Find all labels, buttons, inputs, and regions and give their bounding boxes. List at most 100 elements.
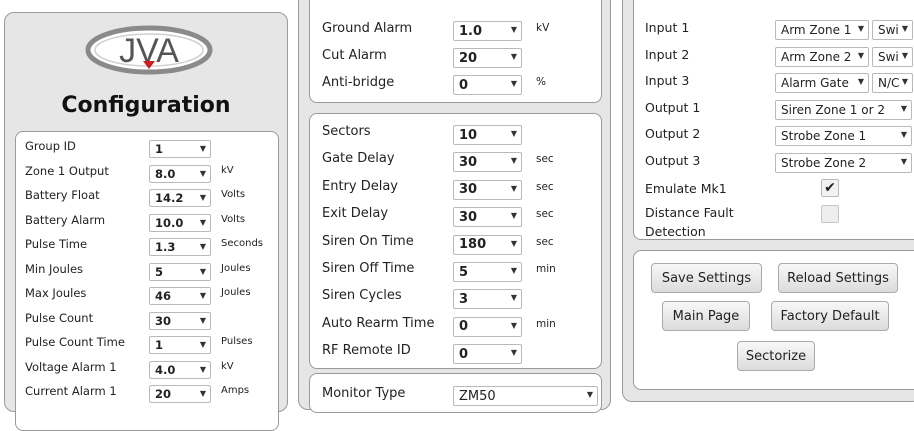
anti-bridge-label: Anti-bridge bbox=[322, 75, 395, 90]
chevron-down-icon: ▼ bbox=[900, 103, 907, 113]
chevron-down-icon: ▼ bbox=[199, 315, 206, 325]
rf-remote-id-select[interactable]: 0 ▼ bbox=[453, 344, 522, 365]
buttons-box: Save Settings Reload Settings Main Page … bbox=[633, 250, 914, 390]
page-title: Configuration bbox=[61, 93, 231, 118]
exit-delay-select[interactable]: 30 ▼ bbox=[453, 207, 522, 228]
monitor-type-value: ZM50 bbox=[459, 388, 496, 404]
output-3-label: Output 3 bbox=[645, 152, 701, 168]
output-1-label: Output 1 bbox=[645, 99, 701, 115]
input-1-mode-select[interactable]: Swi ▼ bbox=[872, 20, 913, 40]
pulse-time-select[interactable]: 1.3 ▼ bbox=[149, 238, 211, 256]
input-2-label: Input 2 bbox=[645, 46, 690, 62]
chevron-down-icon: ▼ bbox=[510, 211, 517, 221]
pulse-count-value: 30 bbox=[155, 313, 172, 328]
output-3-select[interactable]: Strobe Zone 2 ▼ bbox=[775, 152, 912, 173]
ground-alarm-value: 1.0 bbox=[459, 23, 483, 39]
siren-off-time-select[interactable]: 5 ▼ bbox=[453, 262, 522, 282]
output-2-value: Strobe Zone 1 bbox=[781, 129, 867, 143]
input-2-select[interactable]: Arm Zone 2 ▼ bbox=[775, 46, 869, 67]
input-1-select[interactable]: Arm Zone 1 ▼ bbox=[775, 20, 869, 40]
exit-delay-unit: sec bbox=[536, 208, 554, 221]
input-3-label: Input 3 bbox=[645, 73, 690, 88]
siren-cycles-select[interactable]: 3 ▼ bbox=[453, 289, 522, 310]
ground-alarm-unit: kV bbox=[536, 22, 550, 34]
group-id-select[interactable]: 1 ▼ bbox=[149, 140, 211, 158]
emulate-mk1-label: Emulate Mk1 bbox=[645, 181, 727, 196]
factory-default-button[interactable]: Factory Default bbox=[771, 301, 889, 331]
voltage-alarm-1-unit: kV bbox=[221, 360, 234, 372]
save-settings-button[interactable]: Save Settings bbox=[651, 263, 762, 293]
input-1-label: Input 1 bbox=[645, 20, 690, 35]
chevron-down-icon: ▼ bbox=[857, 24, 864, 33]
current-alarm-1-select[interactable]: 20 ▼ bbox=[149, 385, 211, 403]
jva-logo: JVA bbox=[85, 25, 213, 75]
anti-bridge-select[interactable]: 0 ▼ bbox=[453, 75, 522, 95]
input-2-mode-select[interactable]: Swi ▼ bbox=[872, 46, 913, 67]
cut-alarm-select[interactable]: 20 ▼ bbox=[453, 48, 522, 68]
max-joules-value: 46 bbox=[155, 289, 172, 303]
sectorize-button[interactable]: Sectorize bbox=[737, 341, 815, 371]
siren-on-time-unit: sec bbox=[536, 235, 554, 248]
chevron-down-icon: ▼ bbox=[510, 238, 517, 248]
siren-off-time-unit: min bbox=[536, 263, 556, 275]
siren-on-time-label: Siren On Time bbox=[322, 233, 414, 249]
max-joules-unit: Joules bbox=[221, 287, 251, 298]
siren-off-time-value: 5 bbox=[459, 264, 469, 280]
input-3-select[interactable]: Alarm Gate ▼ bbox=[775, 73, 869, 93]
pulse-time-value: 1.3 bbox=[155, 240, 176, 254]
max-joules-select[interactable]: 46 ▼ bbox=[149, 287, 211, 305]
chevron-down-icon: ▼ bbox=[199, 364, 206, 374]
rf-remote-id-label: RF Remote ID bbox=[322, 343, 411, 359]
zone-1-output-select[interactable]: 8.0 ▼ bbox=[149, 164, 211, 183]
output-2-select[interactable]: Strobe Zone 1 ▼ bbox=[775, 126, 912, 146]
gate-delay-value: 30 bbox=[459, 154, 478, 170]
middle-panel: Ground Alarm 1.0 ▼ kV Cut Alarm 20 ▼ Anti-bridg… bbox=[298, 0, 611, 413]
group-id-value: 1 bbox=[155, 142, 164, 156]
voltage-alarm-1-value: 4.0 bbox=[155, 362, 176, 377]
chevron-down-icon: ▼ bbox=[900, 156, 907, 166]
current-alarm-1-unit: Amps bbox=[221, 385, 250, 396]
cut-alarm-value: 20 bbox=[459, 50, 478, 66]
emulate-mk1-checkbox[interactable]: ✔ bbox=[821, 179, 839, 197]
input-3-mode-select[interactable]: N/C ▼ bbox=[872, 73, 913, 93]
pulse-count-time-select[interactable]: 1 ▼ bbox=[149, 336, 211, 354]
sectors-select[interactable]: 10 ▼ bbox=[453, 125, 522, 145]
chevron-down-icon: ▼ bbox=[510, 293, 517, 303]
output-2-label: Output 2 bbox=[645, 126, 701, 141]
battery-float-select[interactable]: 14.2 ▼ bbox=[149, 189, 211, 207]
siren-on-time-value: 180 bbox=[459, 237, 487, 253]
chevron-down-icon: ▼ bbox=[510, 156, 517, 166]
battery-alarm-select[interactable]: 10.0 ▼ bbox=[149, 213, 211, 232]
chevron-down-icon: ▼ bbox=[900, 130, 907, 139]
siren-cycles-value: 3 bbox=[459, 291, 469, 307]
min-joules-select[interactable]: 5 ▼ bbox=[149, 262, 211, 281]
siren-on-time-select[interactable]: 180 ▼ bbox=[453, 234, 522, 255]
gate-delay-select[interactable]: 30 ▼ bbox=[453, 152, 522, 173]
chevron-down-icon: ▼ bbox=[199, 217, 206, 227]
main-page-button[interactable]: Main Page bbox=[662, 301, 750, 331]
ground-alarm-label: Ground Alarm bbox=[322, 21, 413, 36]
battery-float-value: 14.2 bbox=[155, 191, 184, 205]
left-panel: JVA Configuration Group ID 1 ▼ Zone 1 Outpu… bbox=[4, 12, 288, 431]
output-1-value: Siren Zone 1 or 2 bbox=[781, 102, 885, 117]
chevron-down-icon: ▼ bbox=[199, 242, 206, 251]
reload-settings-button[interactable]: Reload Settings bbox=[778, 263, 898, 293]
gate-delay-label: Gate Delay bbox=[322, 151, 395, 167]
zone-1-output-label: Zone 1 Output bbox=[25, 163, 109, 178]
entry-delay-label: Entry Delay bbox=[322, 178, 399, 194]
pulse-count-select[interactable]: 30 ▼ bbox=[149, 311, 211, 330]
auto-rearm-time-select[interactable]: 0 ▼ bbox=[453, 316, 522, 337]
ground-alarm-select[interactable]: 1.0 ▼ bbox=[453, 21, 522, 41]
input-3-mode-value: N/C bbox=[878, 76, 900, 90]
distance-fault-label: Distance Fault bbox=[645, 205, 734, 220]
gate-delay-unit: sec bbox=[536, 153, 554, 166]
zone-1-output-value: 8.0 bbox=[155, 166, 176, 181]
entry-delay-select[interactable]: 30 ▼ bbox=[453, 179, 522, 200]
distance-fault-checkbox[interactable] bbox=[821, 205, 839, 223]
sectors-value: 10 bbox=[459, 127, 478, 143]
chevron-down-icon: ▼ bbox=[510, 320, 517, 330]
voltage-alarm-1-select[interactable]: 4.0 ▼ bbox=[149, 360, 211, 379]
anti-bridge-unit: % bbox=[536, 76, 546, 88]
output-1-select[interactable]: Siren Zone 1 or 2 ▼ bbox=[775, 99, 912, 120]
monitor-type-select[interactable]: ZM50 ▼ bbox=[453, 386, 598, 406]
